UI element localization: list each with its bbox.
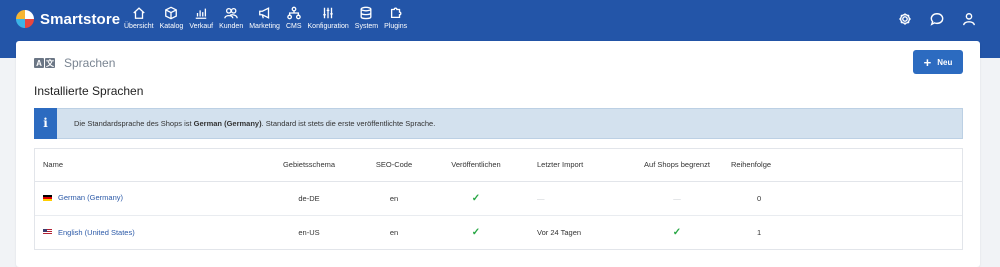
nav-item-plugins[interactable]: Plugins [384, 6, 407, 30]
col-header-last-import[interactable]: Letzter Import [517, 149, 627, 182]
alert-text: Die Standardsprache des Shops ist German… [74, 119, 436, 128]
col-header-limited[interactable]: Auf Shops begrenzt [627, 149, 727, 182]
nav-item-system[interactable]: System [355, 6, 378, 30]
puzzle-icon [390, 7, 402, 19]
brand-name: Smartstore [40, 10, 121, 28]
nav-item-konfiguration[interactable]: Konfiguration [308, 6, 349, 30]
home-icon [133, 7, 145, 19]
col-header-published[interactable]: Veröffentlichen [435, 149, 517, 182]
col-header-name[interactable]: Name [35, 149, 265, 182]
database-icon [360, 6, 372, 20]
languages-table: Name Gebietsschema SEO-Code Veröffentlic… [34, 148, 963, 250]
nav-label: System [354, 23, 379, 30]
nav-label: Verkauf [189, 23, 214, 30]
language-link-german[interactable]: German (Germany) [43, 193, 123, 202]
table-row: English (United States) en-US en ✓ Vor 2… [35, 215, 962, 249]
nav-item-uebersicht[interactable]: Übersicht [124, 6, 154, 30]
info-alert: i Die Standardsprache des Shops ist Germ… [34, 107, 963, 139]
nav-item-marketing[interactable]: Marketing [249, 6, 280, 30]
sliders-icon [323, 7, 333, 19]
cell-culture: de-DE [265, 181, 353, 216]
language-icon: A文 [34, 58, 56, 68]
flag-de-icon [43, 194, 52, 201]
col-header-culture[interactable]: Gebietsschema [265, 149, 353, 182]
check-icon: ✓ [471, 226, 481, 238]
top-actions [880, 12, 976, 26]
new-button-label: Neu [937, 57, 953, 67]
page-title: Sprachen [64, 56, 116, 70]
new-button[interactable]: + Neu [913, 50, 963, 74]
col-header-seo[interactable]: SEO-Code [353, 149, 435, 182]
nav-label: Katalog [159, 23, 184, 30]
cell-culture: en-US [298, 227, 320, 237]
plus-icon: + [923, 54, 932, 70]
language-link-english[interactable]: English (United States) [43, 228, 135, 237]
info-icon: i [34, 107, 57, 139]
chart-icon [195, 8, 207, 19]
table-row: German (Germany) de-DE en ✓ — — 0 [35, 181, 962, 216]
chat-icon[interactable] [930, 12, 944, 26]
nav-label: CMS [285, 23, 302, 30]
col-header-order[interactable]: Reihenfolge [727, 149, 962, 182]
flag-us-icon [43, 229, 52, 235]
brand[interactable]: Smartstore [16, 10, 120, 28]
dash-icon: — [673, 193, 681, 203]
nav-item-kunden[interactable]: Kunden [219, 6, 243, 30]
table-header-row: Name Gebietsschema SEO-Code Veröffentlic… [35, 149, 962, 182]
nav-item-cms[interactable]: CMS [286, 6, 302, 30]
cell-order: 1 [757, 227, 762, 237]
cell-last-import: Vor 24 Tagen [537, 227, 582, 237]
nav-label: Marketing [249, 23, 280, 30]
main-nav: Übersicht Katalog Verkauf Kunden Marketi… [124, 6, 413, 30]
nav-label: Kunden [219, 23, 244, 30]
check-icon: ✓ [471, 192, 481, 204]
nav-label: Übersicht [124, 23, 154, 30]
default-language-name: German (Germany) [193, 119, 262, 128]
nav-label: Plugins [384, 23, 408, 30]
gear-icon[interactable] [898, 12, 912, 26]
nav-label: Konfiguration [307, 23, 349, 30]
nav-item-katalog[interactable]: Katalog [159, 6, 184, 30]
cell-order: 0 [727, 181, 962, 216]
user-icon[interactable] [962, 12, 976, 26]
megaphone-icon [258, 7, 269, 19]
smartstore-logo-icon [16, 10, 34, 28]
content-card: A文 Sprachen + Neu Installierte Sprachen … [16, 41, 980, 267]
nav-item-verkauf[interactable]: Verkauf [189, 6, 213, 30]
check-icon: ✓ [672, 226, 682, 238]
cell-seo: en [353, 181, 435, 216]
sitemap-icon [286, 6, 301, 20]
page-header: A文 Sprachen [34, 56, 115, 70]
box-icon [165, 6, 178, 20]
users-icon [224, 7, 238, 19]
cell-seo: en [389, 227, 399, 237]
section-title: Installierte Sprachen [34, 84, 144, 98]
dash-icon: — [537, 193, 545, 203]
